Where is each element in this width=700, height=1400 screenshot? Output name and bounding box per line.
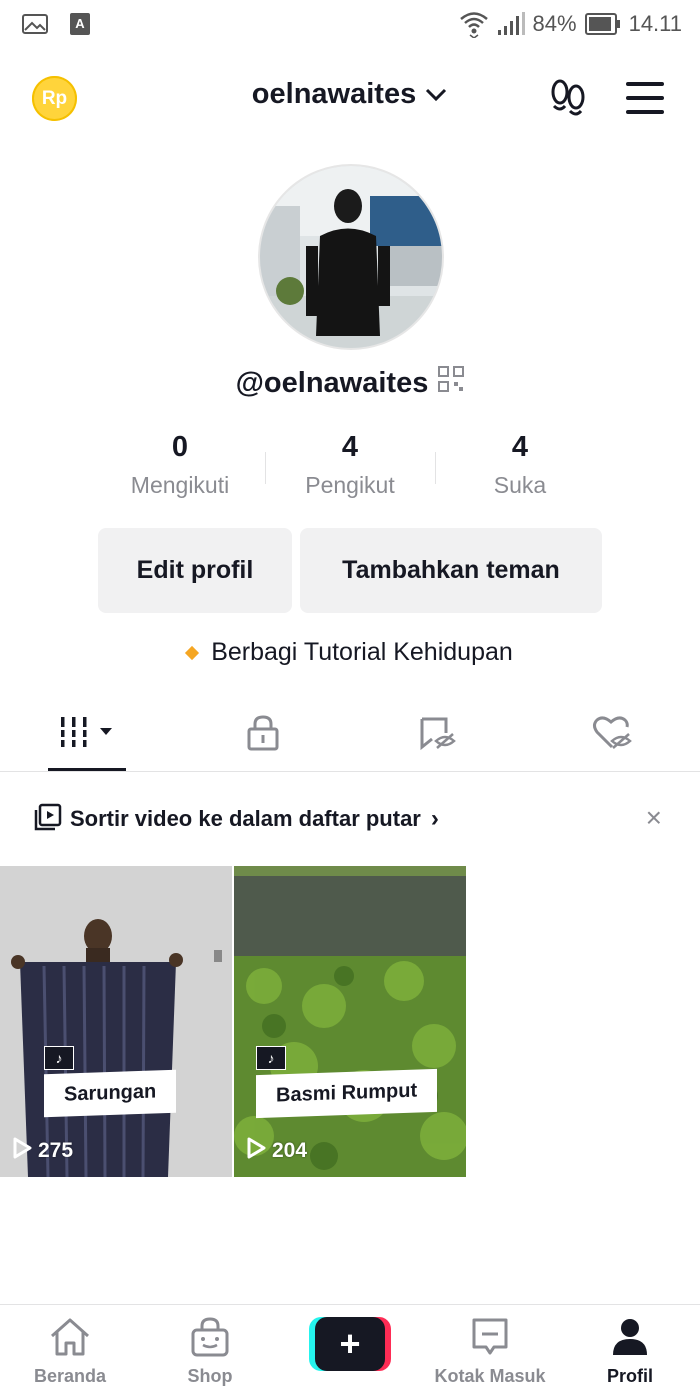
status-bar: A 84% 14.11 [0,0,700,48]
video-grid-icon [57,715,118,756]
video-thumbnail-image [0,866,232,1177]
battery-icon [584,13,621,35]
inbox-icon [470,1317,510,1362]
stat-following[interactable]: 0 Mengikuti [95,430,265,506]
account-username: oelnawaites [251,78,417,110]
following-label: Mengikuti [130,472,230,498]
video-caption: Sarungan [44,1069,177,1118]
wifi-icon [459,10,489,38]
view-count-value: 275 [38,1139,74,1162]
battery-percent: 84% [532,11,577,36]
play-icon [246,1137,266,1165]
gallery-notification-icon [22,14,48,34]
create-video-button[interactable]: + [309,1317,391,1371]
coin-balance-icon[interactable]: Rp [32,76,77,121]
followers-label: Pengikut [305,472,395,498]
account-switcher[interactable]: oelnawaites [220,78,480,111]
likes-label: Suka [493,472,547,498]
profile-stats: 0 Mengikuti 4 Pengikut 4 Suka [95,430,605,506]
stat-followers[interactable]: 4 Pengikut [265,430,435,506]
playlist-icon [34,803,62,836]
video-caption: Basmi Rumput [256,1068,438,1119]
chevron-down-icon [424,78,448,111]
tiktok-note-icon: ♪ [44,1046,74,1070]
playlist-hint-text: Sortir video ke dalam daftar putar [70,806,421,831]
video-thumbnail[interactable]: ♪ Sarungan 275 [0,866,232,1177]
profile-bio: Berbagi Tutorial Kehidupan [0,638,700,667]
video-thumbnail[interactable]: ♪ Basmi Rumput 204 [234,866,466,1177]
profile-handle-row: @oelnawaites [0,366,700,400]
avatar[interactable] [258,164,444,350]
hidden-heart-icon [592,715,634,756]
add-friends-button[interactable]: Tambahkan teman [300,528,602,613]
nav-shop[interactable]: Shop [140,1305,280,1400]
stat-likes[interactable]: 4 Suka [435,430,605,506]
view-count-value: 204 [272,1139,308,1162]
svg-text:A: A [75,16,85,31]
bio-text: Berbagi Tutorial Kehidupan [211,638,513,666]
nav-home[interactable]: Beranda [0,1305,140,1400]
playlist-hint-banner[interactable]: Sortir video ke dalam daftar putar › × [34,800,674,838]
lock-icon [246,714,280,757]
qr-code-icon[interactable] [438,366,465,400]
edit-profile-button[interactable]: Edit profil [98,528,292,613]
shop-bag-icon [190,1317,230,1362]
plus-icon: + [315,1317,385,1371]
followers-count: 4 [341,431,359,463]
nav-inbox-label: Kotak Masuk [434,1366,546,1386]
tiktok-note-icon: ♪ [256,1046,286,1070]
nav-shop-label: Shop [187,1366,233,1386]
chevron-right-icon: › [430,805,439,832]
video-caption-sticker: ♪ Sarungan [44,1046,177,1118]
play-icon [12,1137,32,1165]
footprint-icon[interactable] [548,78,588,123]
bottom-navigation: Beranda Shop + Kotak Masuk Profil [0,1304,700,1400]
nav-create[interactable]: + [280,1305,420,1400]
signal-icon [497,12,525,36]
following-count: 0 [171,431,189,463]
tab-private[interactable] [175,700,350,771]
likes-count: 4 [511,431,529,463]
bio-bullet-icon [185,645,200,660]
hamburger-menu-icon[interactable] [626,82,664,114]
nav-profile-label: Profil [606,1366,653,1386]
video-caption-sticker: ♪ Basmi Rumput [256,1046,438,1119]
view-count: 275 [12,1137,73,1165]
tab-reposts[interactable] [350,700,525,771]
clock: 14.11 [628,11,682,36]
profile-icon [610,1317,650,1362]
video-thumbnail-image [234,866,466,1177]
tab-videos[interactable] [0,700,175,771]
home-icon [48,1317,92,1362]
tab-liked[interactable] [525,700,700,771]
nav-home-label: Beranda [33,1366,107,1386]
app-notification-icon: A [70,13,90,35]
profile-handle: @oelnawaites [235,366,429,399]
nav-inbox[interactable]: Kotak Masuk [420,1305,560,1400]
profile-tabs [0,700,700,772]
profile-header: Rp oelnawaites [0,60,700,136]
close-icon[interactable]: × [646,802,662,834]
hidden-bookmark-icon [418,715,458,756]
view-count: 204 [246,1137,307,1165]
nav-profile[interactable]: Profil [560,1305,700,1400]
